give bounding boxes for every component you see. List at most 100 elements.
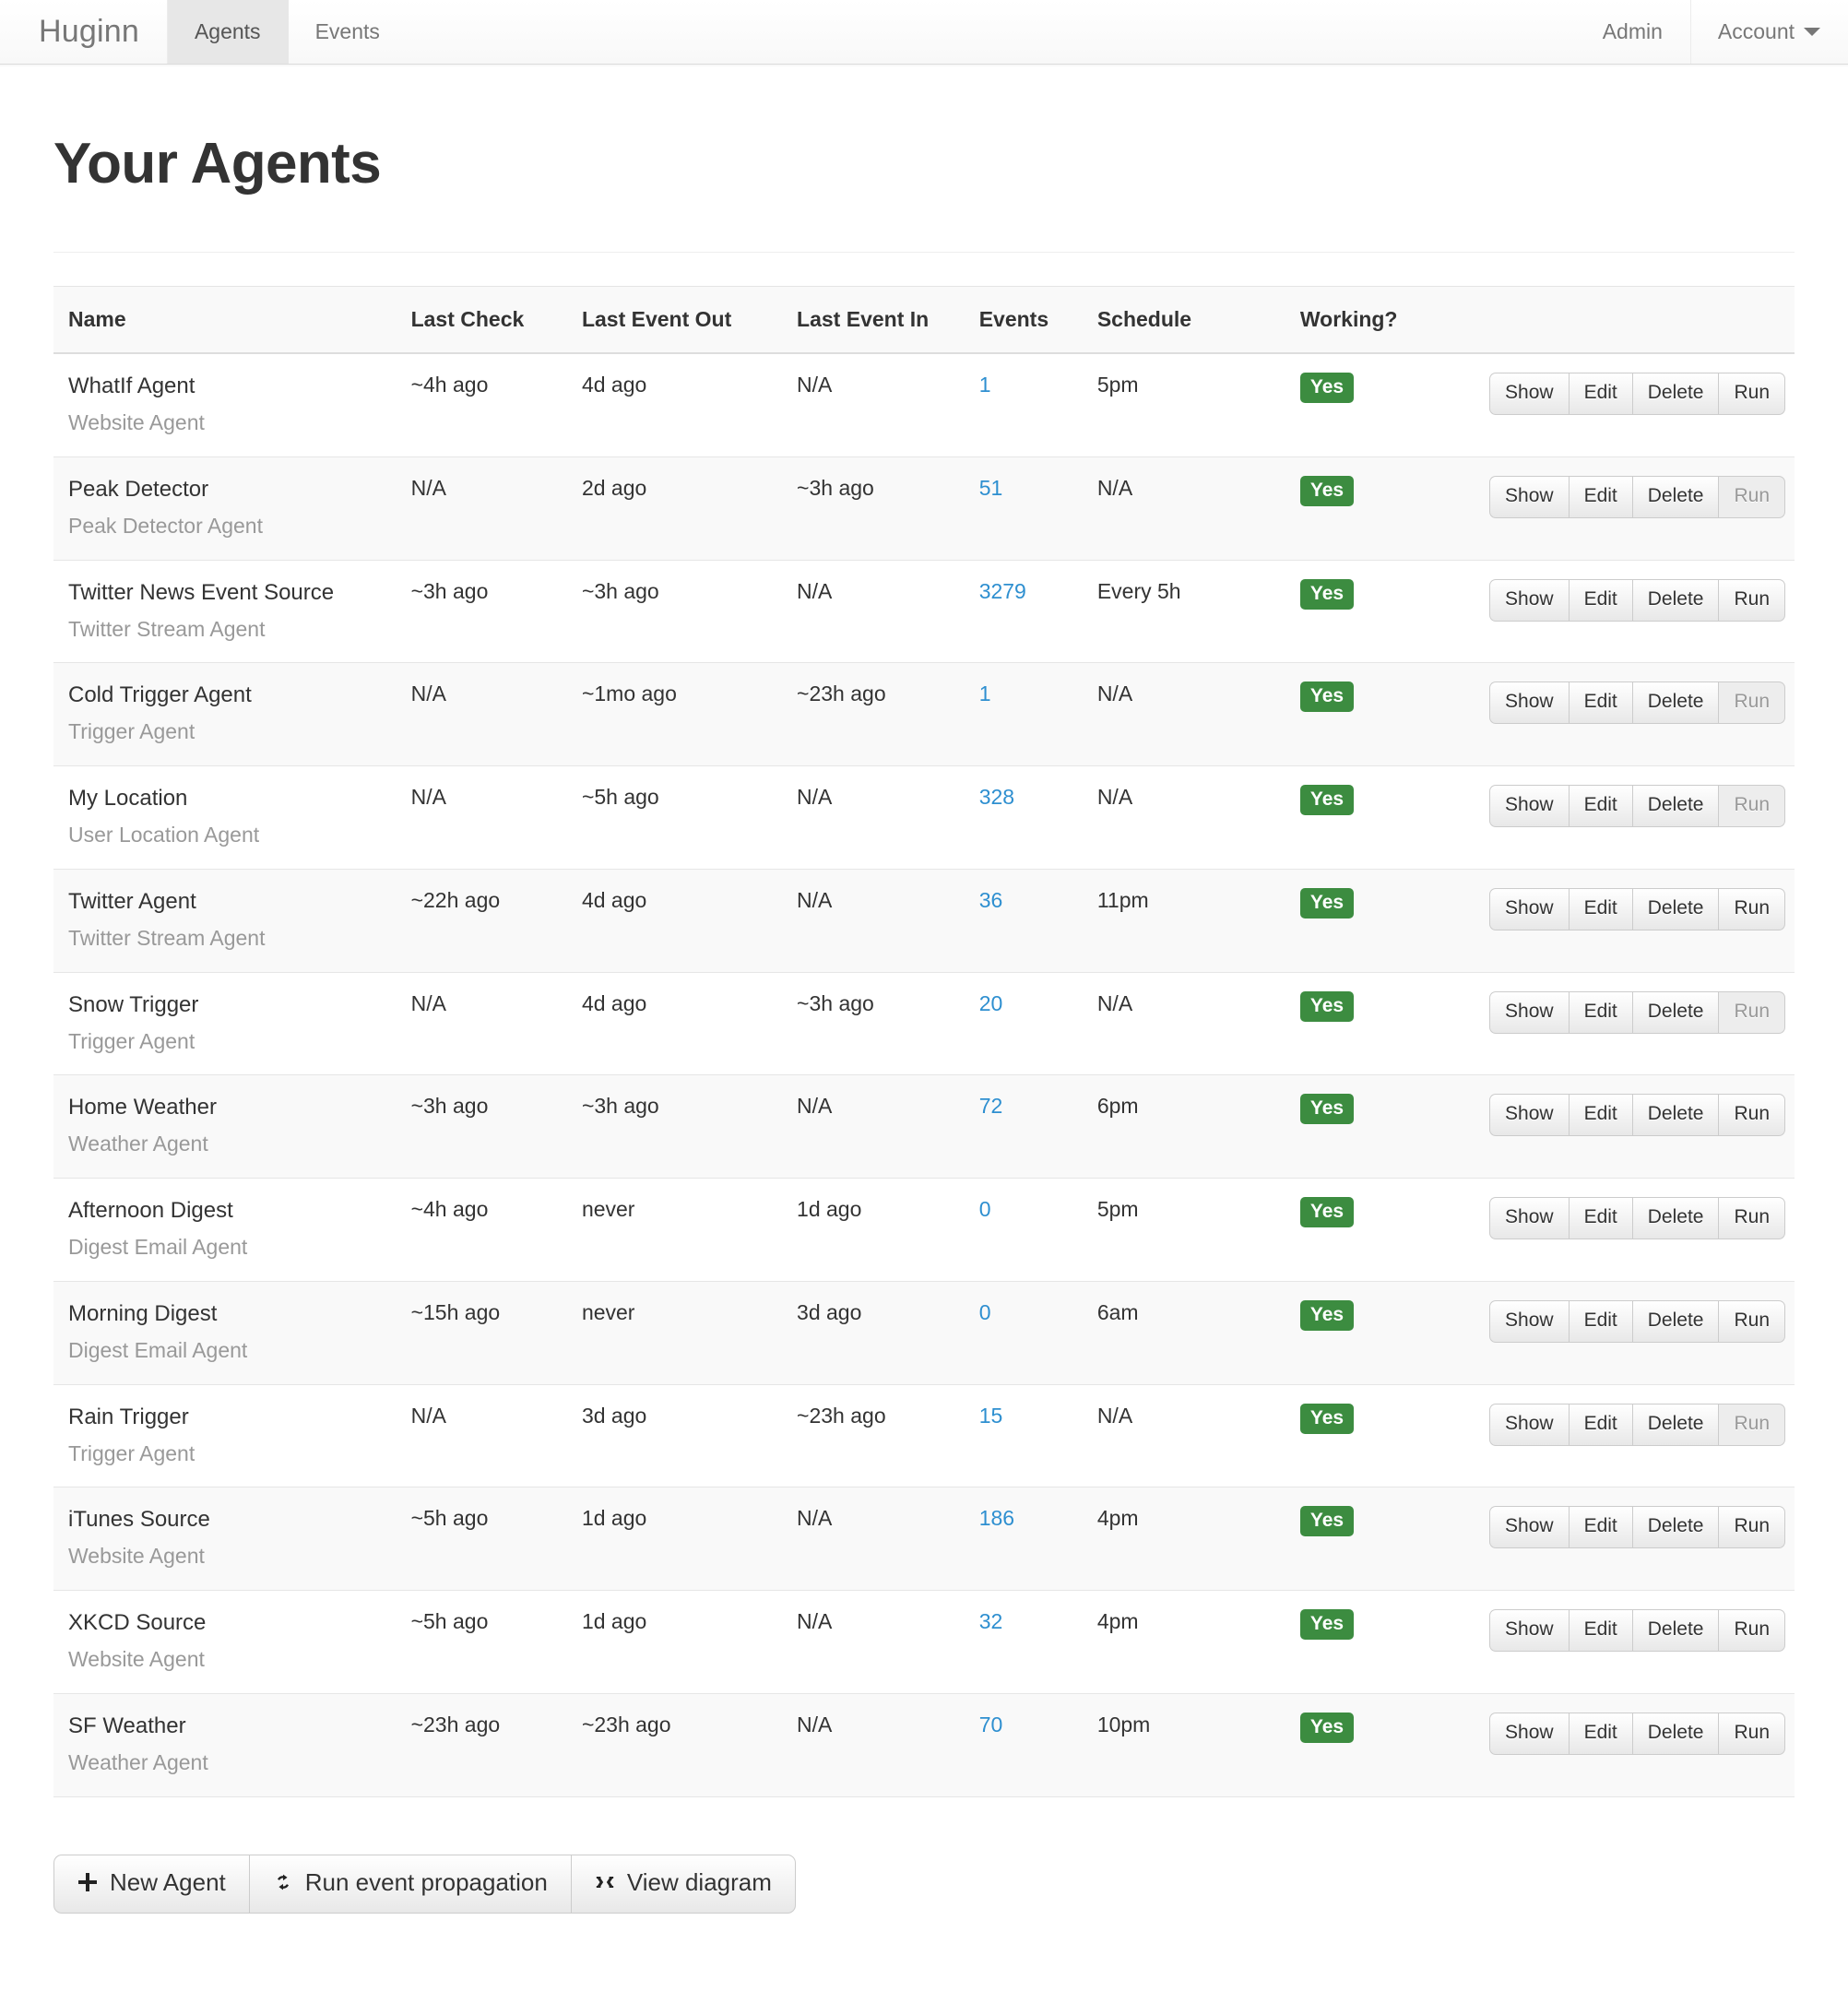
cell-last-event-out: 1d ago	[582, 1591, 797, 1694]
delete-button[interactable]: Delete	[1632, 1713, 1719, 1755]
events-count-link[interactable]: 15	[979, 1404, 1003, 1428]
show-button[interactable]: Show	[1489, 373, 1569, 415]
edit-button[interactable]: Edit	[1569, 1609, 1632, 1652]
edit-button[interactable]: Edit	[1569, 476, 1632, 518]
edit-button[interactable]: Edit	[1569, 888, 1632, 930]
events-count-link[interactable]: 70	[979, 1713, 1003, 1736]
show-button[interactable]: Show	[1489, 1506, 1569, 1548]
show-button[interactable]: Show	[1489, 579, 1569, 622]
agent-name[interactable]: Peak Detector	[68, 476, 402, 504]
show-button[interactable]: Show	[1489, 1197, 1569, 1239]
delete-button[interactable]: Delete	[1632, 476, 1719, 518]
events-count-link[interactable]: 328	[979, 785, 1014, 809]
edit-button[interactable]: Edit	[1569, 991, 1632, 1034]
delete-button[interactable]: Delete	[1632, 1094, 1719, 1136]
delete-button[interactable]: Delete	[1632, 579, 1719, 622]
show-button[interactable]: Show	[1489, 888, 1569, 930]
delete-button[interactable]: Delete	[1632, 888, 1719, 930]
navbar-left-group: Huginn Agents Events	[0, 0, 408, 64]
brand-logo-huginn[interactable]: Huginn	[0, 0, 168, 64]
delete-button[interactable]: Delete	[1632, 681, 1719, 724]
show-button[interactable]: Show	[1489, 476, 1569, 518]
cell-last-event-in: ~3h ago	[797, 456, 979, 560]
edit-button[interactable]: Edit	[1569, 681, 1632, 724]
delete-button[interactable]: Delete	[1632, 1197, 1719, 1239]
delete-button[interactable]: Delete	[1632, 991, 1719, 1034]
delete-button[interactable]: Delete	[1632, 1609, 1719, 1652]
agent-name[interactable]: Afternoon Digest	[68, 1197, 402, 1225]
nav-dropdown-account[interactable]: Account	[1690, 0, 1848, 64]
nav-link-admin[interactable]: Admin	[1576, 0, 1690, 64]
run-event-propagation-button[interactable]: Run event propagation	[249, 1855, 571, 1914]
events-count-link[interactable]: 1	[979, 681, 991, 705]
nav-tab-agents[interactable]: Agents	[168, 0, 289, 64]
show-button[interactable]: Show	[1489, 785, 1569, 827]
show-button[interactable]: Show	[1489, 1300, 1569, 1343]
run-button[interactable]: Run	[1718, 1300, 1785, 1343]
agent-name[interactable]: Cold Trigger Agent	[68, 681, 402, 709]
run-button[interactable]: Run	[1718, 1197, 1785, 1239]
events-count-link[interactable]: 36	[979, 888, 1003, 912]
row-action-button-group: ShowEditDeleteRun	[1489, 1713, 1785, 1755]
agent-name[interactable]: SF Weather	[68, 1713, 402, 1740]
last-event-in-value: N/A	[797, 888, 832, 912]
delete-button[interactable]: Delete	[1632, 1300, 1719, 1343]
new-agent-button[interactable]: New Agent	[53, 1855, 249, 1914]
show-button[interactable]: Show	[1489, 1609, 1569, 1652]
events-count-link[interactable]: 0	[979, 1300, 991, 1324]
events-count-link[interactable]: 51	[979, 476, 1003, 500]
agent-name[interactable]: WhatIf Agent	[68, 373, 402, 400]
agent-name[interactable]: Twitter News Event Source	[68, 579, 402, 607]
edit-button[interactable]: Edit	[1569, 785, 1632, 827]
delete-button[interactable]: Delete	[1632, 1404, 1719, 1446]
edit-button[interactable]: Edit	[1569, 1094, 1632, 1136]
delete-button[interactable]: Delete	[1632, 785, 1719, 827]
last-check-value: ~3h ago	[411, 1094, 489, 1118]
run-button[interactable]: Run	[1718, 373, 1785, 415]
cell-last-event-out: 4d ago	[582, 869, 797, 972]
delete-button[interactable]: Delete	[1632, 1506, 1719, 1548]
view-diagram-button[interactable]: View diagram	[571, 1855, 796, 1914]
edit-button[interactable]: Edit	[1569, 1404, 1632, 1446]
run-button[interactable]: Run	[1718, 1506, 1785, 1548]
nav-tab-events[interactable]: Events	[289, 0, 408, 64]
agent-name[interactable]: Snow Trigger	[68, 991, 402, 1019]
agent-name[interactable]: My Location	[68, 785, 402, 812]
column-header-schedule: Schedule	[1097, 287, 1300, 354]
run-button[interactable]: Run	[1718, 1609, 1785, 1652]
last-event-in-value: N/A	[797, 579, 832, 603]
agent-name[interactable]: Rain Trigger	[68, 1404, 402, 1431]
show-button[interactable]: Show	[1489, 1404, 1569, 1446]
edit-button[interactable]: Edit	[1569, 1713, 1632, 1755]
show-button[interactable]: Show	[1489, 1713, 1569, 1755]
events-count-link[interactable]: 3279	[979, 579, 1026, 603]
schedule-value: N/A	[1097, 785, 1132, 809]
edit-button[interactable]: Edit	[1569, 1300, 1632, 1343]
agent-name[interactable]: XKCD Source	[68, 1609, 402, 1637]
run-button[interactable]: Run	[1718, 579, 1785, 622]
run-button[interactable]: Run	[1718, 1713, 1785, 1755]
agent-name[interactable]: Morning Digest	[68, 1300, 402, 1328]
events-count-link[interactable]: 1	[979, 373, 991, 397]
table-row: WhatIf AgentWebsite Agent~4h ago4d agoN/…	[53, 353, 1795, 456]
edit-button[interactable]: Edit	[1569, 1506, 1632, 1548]
events-count-link[interactable]: 72	[979, 1094, 1003, 1118]
show-button[interactable]: Show	[1489, 991, 1569, 1034]
events-count-link[interactable]: 32	[979, 1609, 1003, 1633]
edit-button[interactable]: Edit	[1569, 373, 1632, 415]
events-count-link[interactable]: 20	[979, 991, 1003, 1015]
run-button[interactable]: Run	[1718, 1094, 1785, 1136]
events-count-link[interactable]: 0	[979, 1197, 991, 1221]
run-button[interactable]: Run	[1718, 888, 1785, 930]
show-button[interactable]: Show	[1489, 1094, 1569, 1136]
edit-button[interactable]: Edit	[1569, 579, 1632, 622]
agent-name[interactable]: iTunes Source	[68, 1506, 402, 1534]
show-button[interactable]: Show	[1489, 681, 1569, 724]
cell-agent-name: Cold Trigger AgentTrigger Agent	[53, 663, 411, 766]
status-badge-working: Yes	[1300, 1713, 1354, 1743]
agent-name[interactable]: Twitter Agent	[68, 888, 402, 916]
events-count-link[interactable]: 186	[979, 1506, 1014, 1530]
edit-button[interactable]: Edit	[1569, 1197, 1632, 1239]
agent-name[interactable]: Home Weather	[68, 1094, 402, 1121]
delete-button[interactable]: Delete	[1632, 373, 1719, 415]
